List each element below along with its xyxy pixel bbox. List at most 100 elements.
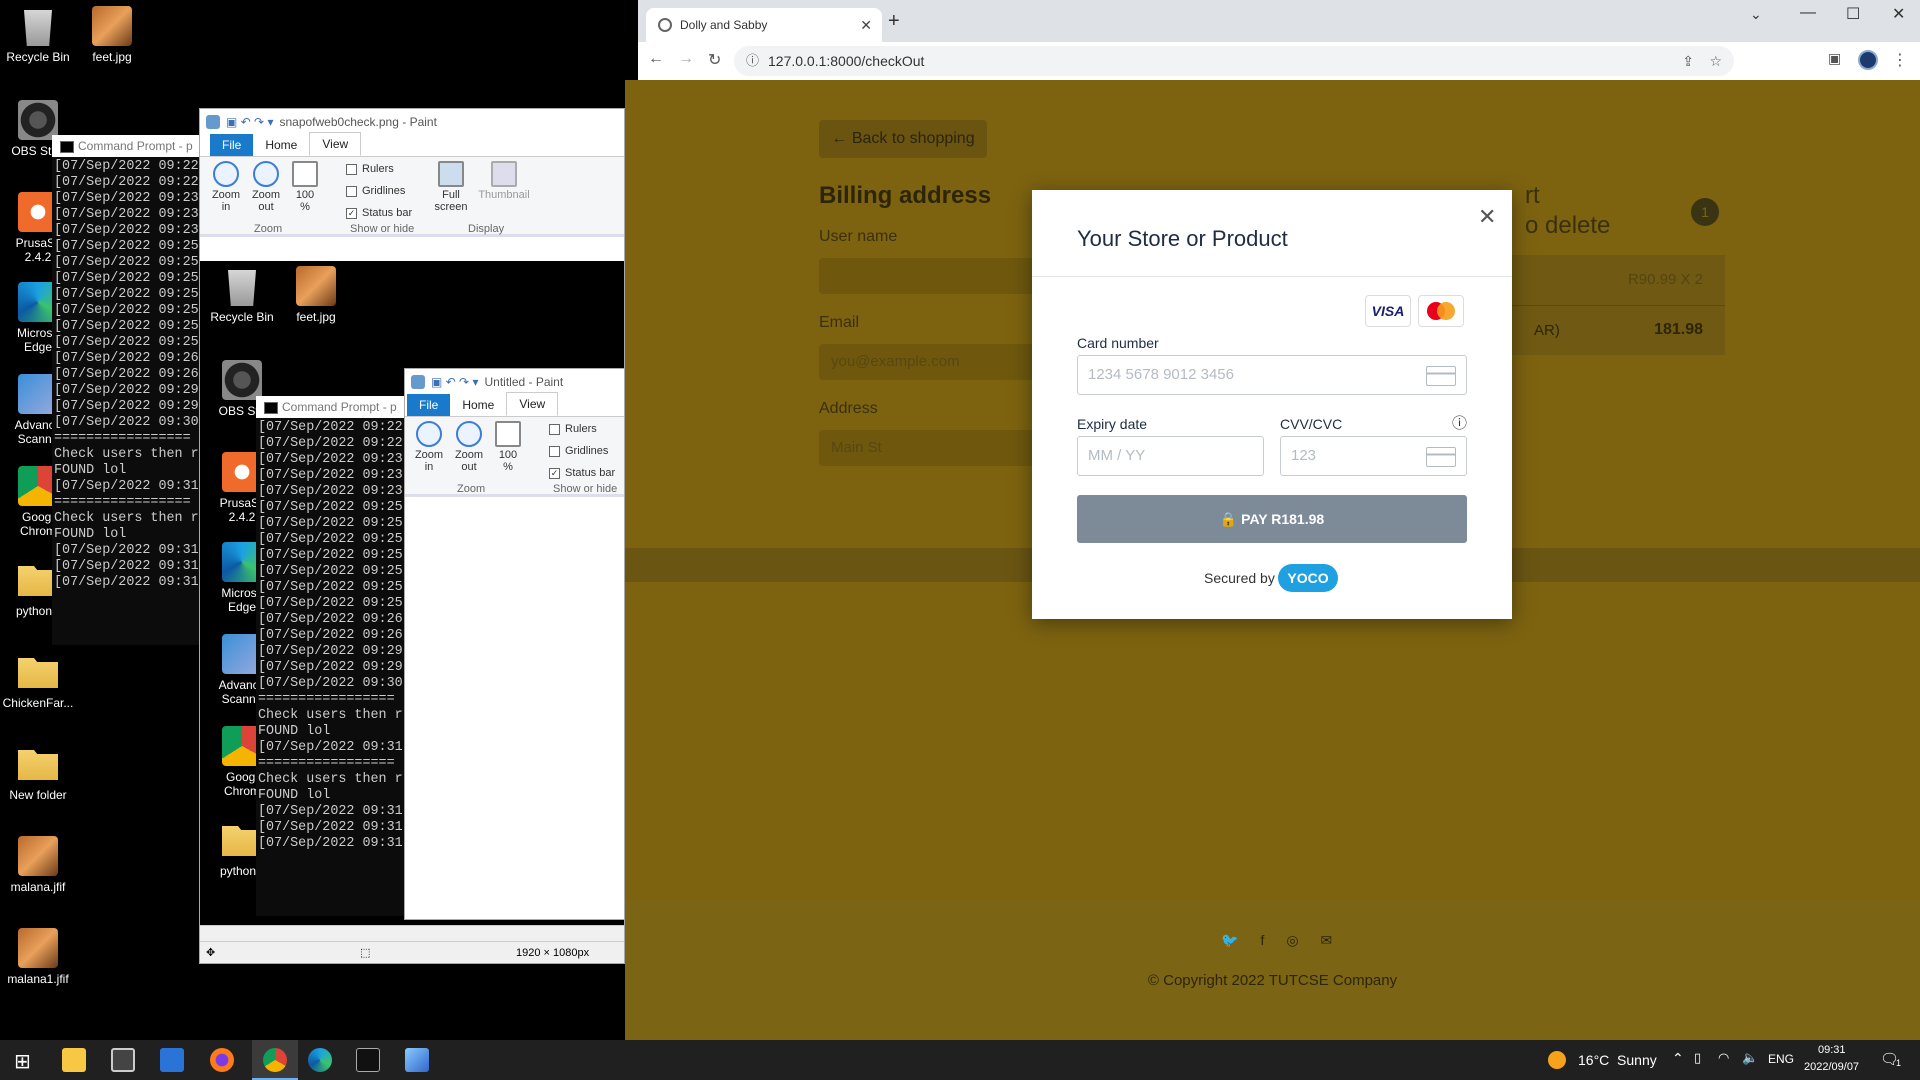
zoom-out-button[interactable]: Zoom out [451, 421, 487, 473]
wifi-icon[interactable]: ◠ [1718, 1050, 1729, 1066]
browser-tab[interactable]: Dolly and Sabby ✕ [646, 8, 882, 42]
tab-file[interactable]: File [210, 134, 254, 156]
expiry-label: Expiry date [1077, 416, 1148, 432]
desktop-icon-chickenfarm[interactable]: ChickenFar... [0, 652, 76, 710]
battery-icon[interactable]: ▯ [1694, 1050, 1701, 1066]
volume-icon[interactable]: 🔈 [1742, 1050, 1758, 1066]
reload-icon[interactable]: ↻ [708, 50, 721, 70]
thumbnail-button[interactable]: Thumbnail [476, 161, 532, 201]
paint2-ribbon: Zoom in Zoom out 100 % Rulers Gridlines … [405, 417, 624, 497]
instagram-icon[interactable]: ◎ [1286, 932, 1298, 949]
tab-view[interactable]: View [309, 132, 362, 156]
close-modal-icon[interactable]: ✕ [1478, 204, 1496, 230]
username-input[interactable] [819, 258, 1059, 294]
file-explorer-icon[interactable] [62, 1048, 86, 1072]
zoom-out-button[interactable]: Zoom out [248, 161, 284, 213]
clock-time[interactable]: 09:31 [1818, 1044, 1846, 1056]
status-bar-checkbox[interactable]: ✓ Status bar [549, 467, 615, 479]
modal-divider [1032, 276, 1512, 277]
email-input[interactable]: you@example.com [819, 344, 1059, 380]
store-icon[interactable] [111, 1048, 135, 1072]
footer [625, 900, 1920, 1040]
card-number-input[interactable]: 1234 5678 9012 3456 [1077, 355, 1467, 395]
visa-card-icon: VISA [1365, 295, 1411, 327]
language-indicator[interactable]: ENG [1768, 1052, 1794, 1066]
cvv-input[interactable]: 123 [1280, 436, 1467, 476]
rulers-checkbox[interactable]: Rulers [549, 423, 597, 435]
firefox-icon[interactable] [210, 1048, 234, 1072]
zoom-100-button[interactable]: 100 % [290, 161, 320, 213]
expiry-input[interactable]: MM / YY [1077, 436, 1264, 476]
desktop-icon-malana1[interactable]: malana1.jfif [0, 928, 76, 986]
cmd-window-back[interactable]: Command Prompt - p [07/Sep/2022 09:22 [0… [52, 135, 200, 645]
close-window-icon[interactable]: ✕ [1892, 4, 1905, 24]
tray-chevron-icon[interactable]: ⌃ [1672, 1050, 1684, 1067]
cart-count-badge: 1 [1691, 198, 1719, 226]
tab-view[interactable]: View [506, 392, 559, 416]
zoom-100-button[interactable]: 100 % [493, 421, 523, 473]
tab-file[interactable]: File [407, 394, 451, 416]
zoom-in-button[interactable]: Zoom in [411, 421, 447, 473]
terminal-icon[interactable] [356, 1048, 380, 1072]
paint2-canvas[interactable] [405, 521, 624, 919]
twitter-icon[interactable]: 🐦 [1221, 932, 1238, 949]
quick-access-icons[interactable]: ▣ ↶ ↷ ▾ [226, 115, 273, 129]
image-file-icon [18, 836, 58, 876]
desktop-icon-recycle-bin[interactable]: Recycle Bin [0, 6, 76, 64]
info-icon[interactable]: ⓘ [746, 46, 759, 76]
desktop-icon-malana[interactable]: malana.jfif [0, 836, 76, 894]
rulers-checkbox[interactable]: Rulers [346, 163, 394, 175]
globe-icon [658, 18, 672, 32]
close-tab-icon[interactable]: ✕ [860, 17, 872, 34]
recycle-bin-icon [228, 270, 256, 306]
paint-window-untitled[interactable]: ▣ ↶ ↷ ▾ Untitled - Paint File Home View … [404, 368, 625, 920]
windows-start-icon[interactable]: ⊞ [14, 1049, 31, 1074]
mail-icon[interactable] [160, 1048, 184, 1072]
desktop-icon-new-folder[interactable]: New folder [0, 744, 76, 802]
back-arrow-icon[interactable]: ← [648, 50, 664, 68]
zoom-in-button[interactable]: Zoom in [208, 161, 244, 213]
chrome-taskbar-active[interactable] [252, 1040, 298, 1080]
paint-icon[interactable] [405, 1048, 429, 1072]
back-to-shopping-button[interactable]: ← Back to shopping [819, 120, 987, 158]
edge-icon[interactable] [308, 1048, 332, 1072]
menu-kebab-icon[interactable]: ⋮ [1892, 50, 1908, 70]
image-file-icon [296, 266, 336, 306]
email-icon[interactable]: ✉ [1321, 932, 1333, 949]
paint-title: snapofweb0check.png - Paint [279, 115, 437, 129]
forward-arrow-icon[interactable]: → [678, 50, 694, 68]
group-zoom-label: Zoom [457, 483, 486, 495]
weather-text[interactable]: 16°C Sunny [1578, 1052, 1657, 1068]
lock-icon: 🔒 [1219, 511, 1238, 527]
pay-label: PAY R181.98 [1241, 511, 1325, 527]
quick-access-icons[interactable]: ▣ ↶ ↷ ▾ [431, 375, 478, 389]
new-tab-icon[interactable]: + [888, 10, 900, 33]
tab-search-icon[interactable]: ⌄ [1750, 6, 1762, 23]
cart-line-item: R90.99 X 2 [1512, 255, 1725, 305]
tab-home[interactable]: Home [450, 394, 506, 416]
address-input[interactable]: Main St [819, 430, 1059, 466]
horizontal-scrollbar[interactable] [200, 925, 624, 941]
gridlines-checkbox[interactable]: Gridlines [549, 445, 608, 457]
copyright: © Copyright 2022 TUTCSE Company [1147, 972, 1398, 989]
minimize-icon[interactable]: — [1800, 4, 1816, 22]
address-bar[interactable]: ⓘ 127.0.0.1:8000/checkOut ⇪ ☆ [734, 46, 1734, 76]
pay-button[interactable]: 🔒 PAY R181.98 [1077, 495, 1467, 543]
folder-icon [18, 658, 58, 688]
maximize-icon[interactable]: ☐ [1846, 4, 1860, 24]
bookmark-star-icon[interactable]: ☆ [1709, 46, 1722, 76]
tab-home[interactable]: Home [253, 134, 309, 156]
gridlines-checkbox[interactable]: Gridlines [346, 185, 405, 197]
group-zoom-label: Zoom [254, 223, 283, 235]
full-screen-button[interactable]: Full screen [434, 161, 468, 213]
side-panel-icon[interactable]: ▣ [1828, 50, 1841, 67]
facebook-icon[interactable]: f [1260, 932, 1264, 949]
cvv-info-icon[interactable]: ⓘ [1452, 412, 1467, 433]
share-icon[interactable]: ⇪ [1682, 46, 1694, 76]
billing-heading: Billing address [819, 182, 992, 209]
obs-icon [222, 360, 262, 400]
desktop-icon-feet[interactable]: feet.jpg [74, 6, 150, 64]
clock-date[interactable]: 2022/09/07 [1804, 1061, 1859, 1073]
status-bar-checkbox[interactable]: ✓ Status bar [346, 207, 412, 219]
profile-avatar[interactable] [1858, 50, 1878, 70]
